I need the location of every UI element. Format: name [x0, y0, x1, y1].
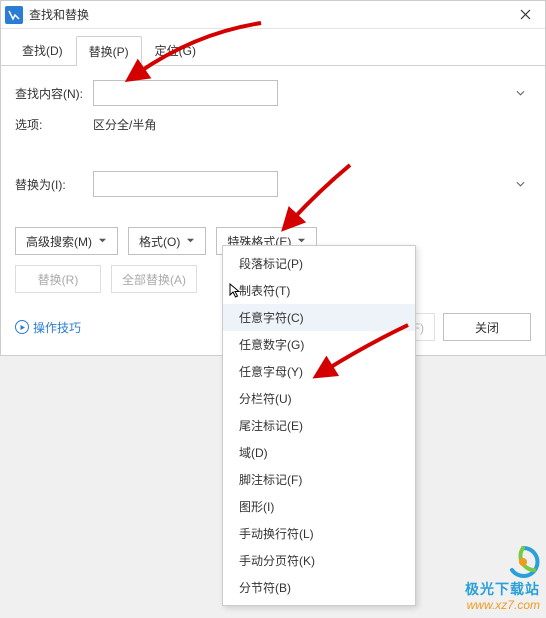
- replace-input[interactable]: [93, 171, 278, 197]
- close-icon[interactable]: [509, 3, 541, 27]
- dialog-body: 查找内容(N): 选项: 区分全/半角 替换为(I):: [1, 66, 545, 217]
- menu-item-manual-linebreak[interactable]: 手动换行符(L): [223, 520, 415, 547]
- special-format-menu: 段落标记(P) 制表符(T) 任意字符(C) 任意数字(G) 任意字母(Y) 分…: [222, 245, 416, 606]
- menu-item-any-letter[interactable]: 任意字母(Y): [223, 358, 415, 385]
- watermark-url: www.xz7.com: [465, 598, 540, 612]
- close-button[interactable]: 关闭: [443, 313, 531, 341]
- menu-item-section-break[interactable]: 分节符(B): [223, 574, 415, 601]
- logo-icon: [506, 545, 540, 579]
- menu-item-paragraph[interactable]: 段落标记(P): [223, 250, 415, 277]
- menu-item-footnote[interactable]: 脚注标记(F): [223, 466, 415, 493]
- options-label: 选项:: [15, 116, 93, 133]
- menu-item-manual-pagebreak[interactable]: 手动分页符(K): [223, 547, 415, 574]
- chevron-down-icon: [98, 234, 107, 248]
- menu-item-any-digit[interactable]: 任意数字(G): [223, 331, 415, 358]
- watermark-name: 极光下载站: [465, 581, 540, 598]
- replace-all-button: 全部替换(A): [111, 265, 197, 293]
- tab-goto[interactable]: 定位(G): [142, 35, 209, 65]
- menu-item-any-char[interactable]: 任意字符(C): [223, 304, 415, 331]
- app-icon: [5, 6, 23, 24]
- menu-item-column-break[interactable]: 分栏符(U): [223, 385, 415, 412]
- format-button[interactable]: 格式(O): [128, 227, 206, 255]
- tips-link[interactable]: 操作技巧: [15, 319, 81, 336]
- chevron-down-icon: [186, 234, 195, 248]
- play-icon: [15, 320, 29, 334]
- options-value: 区分全/半角: [93, 116, 156, 133]
- tab-bar: 查找(D) 替换(P) 定位(G): [1, 29, 545, 66]
- menu-item-field[interactable]: 域(D): [223, 439, 415, 466]
- tab-replace[interactable]: 替换(P): [76, 36, 142, 66]
- menu-item-tab[interactable]: 制表符(T): [223, 277, 415, 304]
- menu-item-graphic[interactable]: 图形(I): [223, 493, 415, 520]
- menu-item-endnote[interactable]: 尾注标记(E): [223, 412, 415, 439]
- find-input[interactable]: [93, 80, 278, 106]
- replace-label: 替换为(I):: [15, 176, 93, 193]
- replace-button: 替换(R): [15, 265, 101, 293]
- chevron-down-icon: [516, 89, 525, 98]
- window-title: 查找和替换: [29, 6, 509, 23]
- watermark: 极光下载站 www.xz7.com: [465, 545, 540, 612]
- advanced-search-button[interactable]: 高级搜索(M): [15, 227, 118, 255]
- chevron-down-icon: [516, 180, 525, 189]
- tab-find[interactable]: 查找(D): [9, 35, 76, 65]
- titlebar: 查找和替换: [1, 1, 545, 29]
- find-label: 查找内容(N):: [15, 85, 93, 102]
